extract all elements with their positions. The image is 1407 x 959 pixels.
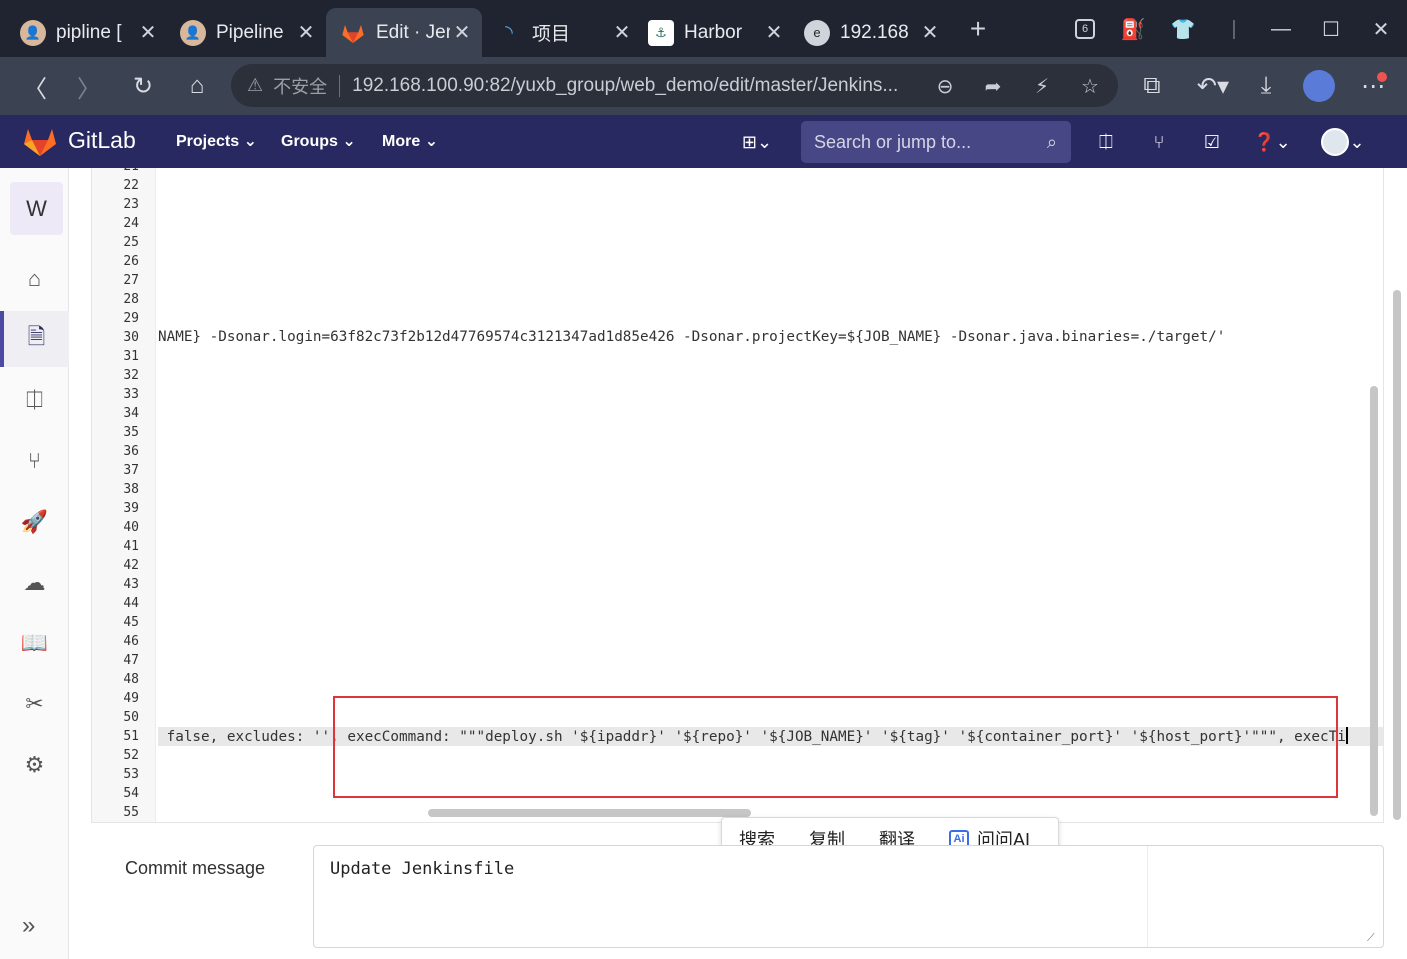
issues-icon[interactable]: ⎅ [1092, 129, 1120, 155]
gitlab-icon [340, 20, 366, 46]
browser-tab-2[interactable]: 👤 Pipeline ✕ [166, 8, 326, 57]
url-text[interactable]: 192.168.100.90:82/yuxb_group/web_demo/ed… [352, 75, 912, 97]
browser-tab-5[interactable]: ⚓ Harbor ✕ [634, 8, 794, 57]
undo-dropdown-icon[interactable]: ↶▾ [1192, 70, 1234, 102]
help-dropdown-icon[interactable]: ❓⌄ [1250, 129, 1294, 155]
gitlab-header: GitLab Projects ⌄ Groups ⌄ More ⌄ ⊞⌄ Sea… [0, 115, 1407, 168]
browser-tab-4[interactable]: ◝ 项目 ✕ [482, 8, 642, 57]
tab-close-icon[interactable]: ✕ [294, 20, 318, 45]
editor-vertical-scrollbar[interactable] [1370, 386, 1378, 816]
warning-icon: ⚠ [247, 75, 264, 95]
commit-message-field[interactable]: Update Jenkinsfile ⟋ [313, 845, 1384, 948]
more-menu[interactable]: More ⌄ [382, 131, 438, 151]
collapse-sidebar-icon[interactable]: » [22, 912, 35, 940]
browser-toolbar: 〈 〉 ↻ ⌂ ⚠ 不安全 192.168.100.90:82/yuxb_gro… [0, 57, 1407, 115]
gitlab-brand[interactable]: GitLab [68, 127, 136, 154]
resize-handle-icon[interactable]: ⟋ [1367, 932, 1379, 944]
snippets-icon[interactable]: ✂ [0, 676, 69, 732]
issues-sidebar-icon[interactable]: ⎅ [0, 372, 69, 428]
edge-icon: e [804, 19, 830, 46]
tabbar-divider: | [1231, 17, 1237, 40]
jenkins-icon: 👤 [20, 19, 46, 46]
home-icon[interactable]: ⌂ [181, 70, 213, 102]
project-sidebar: W ⌂ 🗎 ⎅ ⑂ 🚀 ☁ 📖 ✂ ⚙ [0, 168, 69, 959]
maximize-icon[interactable]: ☐ [1316, 14, 1346, 44]
page-vertical-scrollbar[interactable] [1393, 290, 1401, 820]
sonar-icon: ◝ [505, 22, 513, 44]
browser-tab-1[interactable]: 👤 pipline [ ✕ [6, 8, 168, 57]
browser-tab-6[interactable]: e 192.168 ✕ [790, 8, 950, 57]
projects-menu[interactable]: Projects ⌄ [176, 131, 257, 151]
settings-icon[interactable]: ⚙ [0, 737, 69, 793]
search-input[interactable]: Search or jump to... ⌕ [801, 121, 1071, 163]
tab-close-icon[interactable]: ✕ [450, 20, 474, 45]
address-bar[interactable]: ⚠ 不安全 192.168.100.90:82/yuxb_group/web_d… [231, 64, 1118, 107]
jenkins-icon: 👤 [180, 19, 206, 46]
omnibox-divider [339, 74, 341, 97]
minimize-icon[interactable]: — [1266, 14, 1296, 44]
chevron-down-icon: ⌄ [243, 133, 257, 150]
tab-close-icon[interactable]: ✕ [136, 20, 160, 45]
todo-icon[interactable]: ☑ [1198, 129, 1226, 155]
share-icon[interactable]: ➦ [979, 72, 1007, 100]
new-tab-button[interactable]: + [963, 13, 993, 44]
chevron-down-icon: ⌄ [342, 133, 356, 150]
security-label[interactable]: 不安全 [273, 73, 327, 99]
user-avatar-dropdown[interactable]: ⌄ [1318, 128, 1368, 156]
repository-icon[interactable]: 🗎 [0, 311, 69, 367]
incognito-icon[interactable]: ⛽ [1118, 14, 1148, 44]
search-icon: ⌕ [1046, 131, 1057, 152]
forward-icon[interactable]: 〉 [73, 70, 105, 103]
star-icon[interactable]: ☆ [1076, 72, 1104, 100]
tab-count-icon[interactable]: 6 [1070, 14, 1100, 44]
menu-dots-icon[interactable]: ⋯ [1357, 70, 1389, 102]
editor-horizontal-scrollbar[interactable] [428, 809, 751, 817]
browser-tab-3[interactable]: Edit · Jer ✕ [326, 8, 482, 57]
merge-requests-sidebar-icon[interactable]: ⑂ [0, 433, 69, 489]
harbor-icon: ⚓ [648, 19, 674, 46]
chevron-down-icon: ⌄ [424, 133, 439, 150]
text-cursor [1345, 727, 1348, 744]
zoom-out-icon[interactable]: ⊖ [931, 72, 959, 100]
profile-avatar[interactable] [1303, 70, 1335, 102]
commit-message-label: Commit message [125, 858, 266, 878]
deployments-icon[interactable]: ☁ [0, 555, 69, 611]
back-icon[interactable]: 〈 [19, 70, 51, 103]
download-icon[interactable]: ⤓ [1250, 70, 1282, 102]
project-avatar[interactable]: W [10, 182, 63, 235]
reload-icon[interactable]: ↻ [127, 70, 159, 102]
gitlab-logo-icon[interactable] [22, 125, 58, 157]
merge-request-icon[interactable]: ⑂ [1145, 129, 1173, 155]
close-window-icon[interactable]: ✕ [1366, 14, 1396, 44]
extensions-icon[interactable]: ⧉ [1136, 70, 1168, 102]
notification-dot [1377, 72, 1387, 82]
browser-tab-strip: 👤 pipline [ ✕ 👤 Pipeline ✕ Edit · Jer ✕ … [0, 0, 1407, 57]
groups-menu[interactable]: Groups ⌄ [281, 131, 356, 151]
code-line-30[interactable]: NAME} -Dsonar.login=63f82c73f2b12d477695… [158, 328, 1225, 347]
tab-close-icon[interactable]: ✕ [918, 20, 942, 45]
tab-close-icon[interactable]: ✕ [610, 20, 634, 45]
new-dropdown-icon[interactable]: ⊞⌄ [735, 129, 779, 155]
lightning-icon[interactable]: ⚡ [1028, 72, 1056, 100]
project-overview-icon[interactable]: ⌂ [0, 251, 69, 307]
tab-close-icon[interactable]: ✕ [762, 20, 786, 45]
commit-field-divider [1147, 846, 1148, 947]
shirt-icon[interactable]: 👕 [1168, 14, 1198, 44]
cicd-rocket-icon[interactable]: 🚀 [0, 494, 69, 550]
red-highlight-annotation [333, 696, 1338, 798]
wiki-icon[interactable]: 📖 [0, 615, 69, 671]
line-number-gutter: 21 22 23 24 25 26 27 28 29 30 31 32 33 3… [92, 168, 156, 822]
